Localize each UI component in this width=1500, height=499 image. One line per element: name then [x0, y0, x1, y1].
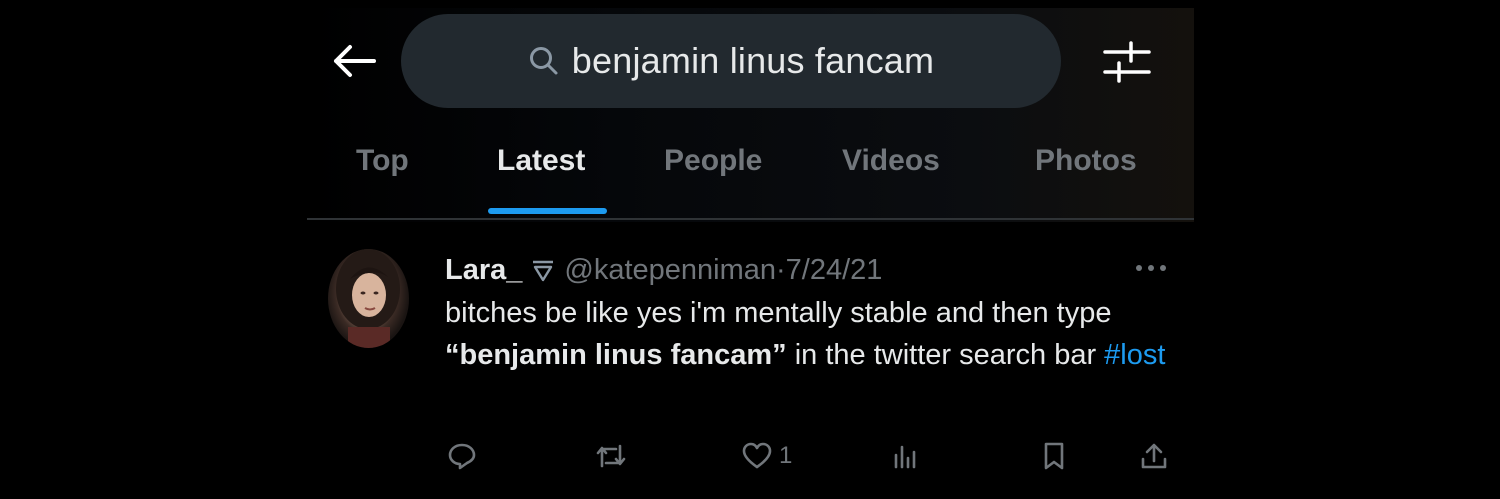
- hashtag-link[interactable]: #lost: [1104, 339, 1165, 371]
- tweet-text-bold: “benjamin linus fancam”: [445, 339, 787, 371]
- bookmark-button[interactable]: [1040, 436, 1068, 476]
- tab-people[interactable]: People: [664, 144, 762, 178]
- bookmark-icon: [1044, 442, 1064, 470]
- triangle-emoji-icon: [533, 260, 554, 282]
- sliders-icon: [1103, 41, 1151, 83]
- search-filter-button[interactable]: [1103, 38, 1151, 86]
- tweet-header: Lara_ @katepenniman·7/24/21: [445, 248, 882, 292]
- search-results-screen: benjamin linus fancam Top Latest People …: [307, 8, 1194, 496]
- more-horizontal-icon: [1136, 265, 1166, 271]
- handle-and-date[interactable]: @katepenniman·7/24/21: [564, 254, 882, 287]
- tweet-text-start: bitches be like yes i'm mentally stable …: [445, 297, 1112, 329]
- views-button[interactable]: [890, 436, 920, 476]
- search-tabs: Top Latest People Videos Photos: [307, 134, 1194, 216]
- arrow-left-icon: [334, 45, 376, 77]
- tab-latest[interactable]: Latest: [497, 144, 585, 178]
- more-options-button[interactable]: [1133, 258, 1169, 278]
- reply-icon: [448, 443, 476, 470]
- tweet-actions: 1: [307, 436, 1194, 476]
- heart-icon: [742, 442, 772, 469]
- search-icon: [529, 47, 558, 75]
- avatar[interactable]: [328, 249, 409, 348]
- bar-chart-icon: [894, 445, 916, 469]
- retweet-icon: [596, 444, 626, 468]
- like-count: 1: [779, 442, 793, 469]
- tab-photos[interactable]: Photos: [1035, 144, 1137, 178]
- reply-button[interactable]: [447, 436, 477, 476]
- share-icon: [1141, 443, 1167, 469]
- tweet-text: bitches be like yes i'm mentally stable …: [445, 292, 1185, 376]
- active-tab-indicator: [488, 208, 607, 214]
- back-button[interactable]: [331, 38, 377, 84]
- tweet-text-end: in the twitter search bar: [786, 339, 1105, 371]
- like-button[interactable]: 1: [741, 436, 792, 476]
- tabs-divider: [307, 218, 1194, 220]
- retweet-button[interactable]: [594, 436, 628, 476]
- tab-videos[interactable]: Videos: [842, 144, 940, 178]
- avatar-portrait: [336, 249, 400, 348]
- share-button[interactable]: [1139, 436, 1169, 476]
- search-query: benjamin linus fancam: [571, 40, 935, 81]
- display-name[interactable]: Lara_: [445, 254, 522, 287]
- search-input[interactable]: benjamin linus fancam: [401, 14, 1061, 108]
- tab-top[interactable]: Top: [356, 144, 409, 178]
